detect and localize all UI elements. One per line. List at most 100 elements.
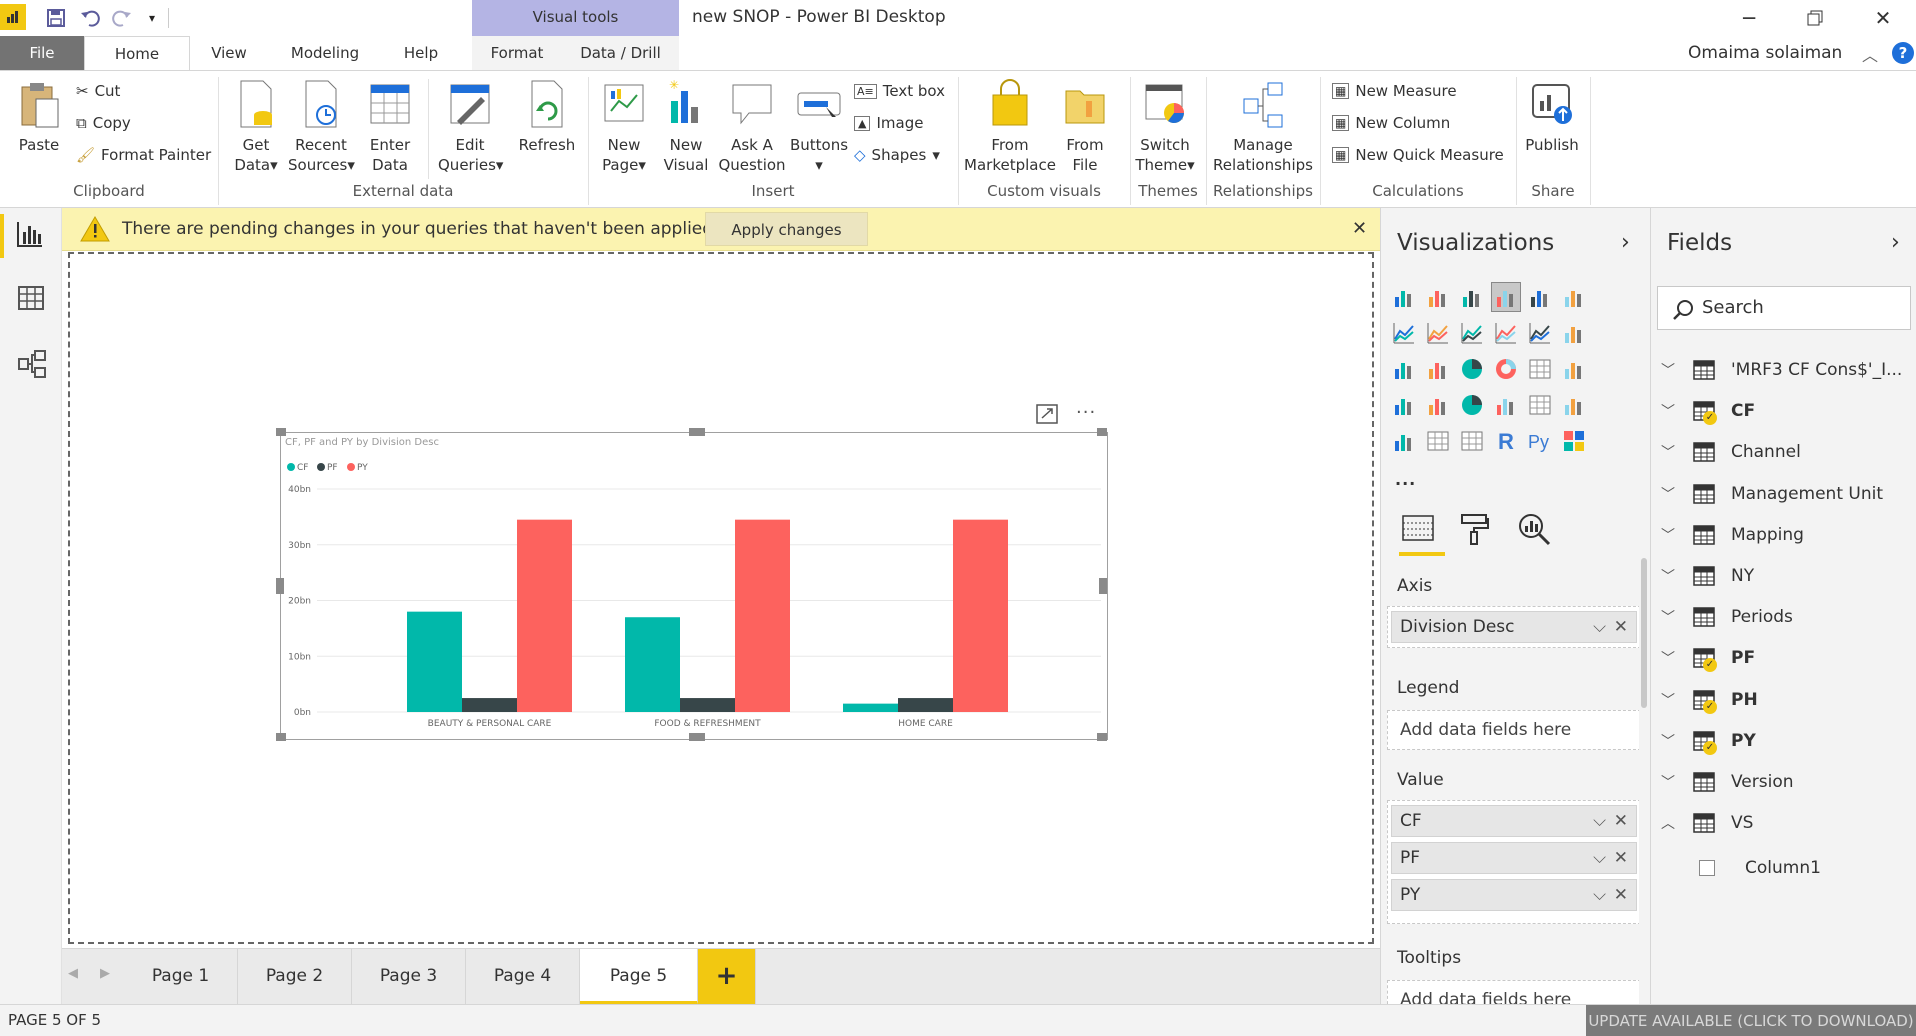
100-stacked-bar-chart-icon[interactable] <box>1525 282 1555 312</box>
kpi-icon[interactable] <box>1559 390 1589 420</box>
field-table-row[interactable]: ﹀ ✓ PF <box>1651 638 1916 678</box>
line-chart-icon[interactable] <box>1389 318 1419 348</box>
chevron-down-icon[interactable]: ﹀ <box>1651 772 1685 792</box>
remove-field-icon[interactable]: ✕ <box>1614 843 1628 873</box>
update-available-button[interactable]: UPDATE AVAILABLE (CLICK TO DOWNLOAD) <box>1586 1005 1916 1036</box>
collapse-visualizations-icon[interactable]: › <box>1621 230 1630 255</box>
close-banner-icon[interactable]: ✕ <box>1352 218 1367 239</box>
apply-changes-button[interactable]: Apply changes <box>705 212 868 246</box>
chevron-down-icon[interactable]: ﹀ <box>1651 442 1685 462</box>
resize-handle[interactable] <box>1099 578 1107 594</box>
bar-pf[interactable] <box>462 698 517 712</box>
tab-view[interactable]: View <box>196 36 262 70</box>
chevron-down-icon[interactable]: ⌵ <box>1593 612 1606 642</box>
donut-chart-icon[interactable] <box>1491 354 1521 384</box>
new-visual-button[interactable]: ✳ New Visual <box>660 77 712 175</box>
matrix-icon[interactable] <box>1457 426 1487 456</box>
cut-button[interactable]: ✂ Cut <box>76 77 120 105</box>
python-visual-icon[interactable]: Py <box>1525 426 1555 456</box>
chevron-down-icon[interactable]: ﹀ <box>1651 690 1685 710</box>
focus-mode-icon[interactable] <box>1036 404 1058 428</box>
gauge-icon[interactable] <box>1457 390 1487 420</box>
line-and-clustered-column-icon[interactable] <box>1525 318 1555 348</box>
pie-chart-icon[interactable] <box>1457 354 1487 384</box>
field-table-row[interactable]: ﹀ Version <box>1651 762 1916 802</box>
page-tab[interactable]: Page 2 <box>238 949 352 1004</box>
buttons-button[interactable]: Buttons ▾ <box>790 77 848 175</box>
remove-field-icon[interactable]: ✕ <box>1614 612 1628 642</box>
value-field-pf[interactable]: PF ⌵ ✕ <box>1391 842 1637 874</box>
prev-page-icon[interactable]: ◀ <box>68 966 78 981</box>
redo-icon[interactable] <box>110 6 134 30</box>
chevron-down-icon[interactable]: ﹀ <box>1651 484 1685 504</box>
field-table-row[interactable]: ﹀ ✓ PH <box>1651 680 1916 720</box>
funnel-icon[interactable] <box>1423 390 1453 420</box>
clustered-bar-chart-icon[interactable] <box>1457 282 1487 312</box>
recent-sources-button[interactable]: Recent Sources▾ <box>288 77 355 175</box>
edit-queries-button[interactable]: Edit Queries▾ <box>438 77 503 175</box>
tab-modeling[interactable]: Modeling <box>270 36 380 70</box>
shapes-button[interactable]: ◇ Shapes ▾ <box>854 141 940 169</box>
manage-relationships-button[interactable]: Manage Relationships <box>1210 77 1316 175</box>
from-file-button[interactable]: From File <box>1060 77 1110 175</box>
bar-cf[interactable] <box>843 703 898 712</box>
chevron-down-icon[interactable]: ⌵ <box>1593 843 1606 873</box>
page-tab[interactable]: Page 4 <box>466 949 580 1004</box>
model-view-icon[interactable] <box>18 350 46 382</box>
clustered-column-chart-icon[interactable] <box>1491 282 1521 312</box>
tab-data-drill[interactable]: Data / Drill <box>562 36 679 70</box>
chevron-down-icon[interactable]: ﹀ <box>1651 401 1685 421</box>
stacked-column-chart-icon[interactable] <box>1423 282 1453 312</box>
new-column-button[interactable]: ▦ New Column <box>1332 109 1450 137</box>
minimize-icon[interactable]: ─ <box>1716 0 1782 36</box>
image-button[interactable]: ▲ Image <box>854 109 923 137</box>
add-page-button[interactable]: + <box>698 949 756 1004</box>
remove-field-icon[interactable]: ✕ <box>1614 880 1628 910</box>
chevron-down-icon[interactable]: ﹀ <box>1651 648 1685 668</box>
resize-handle[interactable] <box>1097 733 1107 741</box>
chevron-down-icon[interactable]: ﹀ <box>1651 525 1685 545</box>
stacked-bar-chart-icon[interactable] <box>1389 282 1419 312</box>
page-tab-active[interactable]: Page 5 <box>580 949 698 1004</box>
ask-question-button[interactable]: Ask A Question <box>718 77 786 175</box>
filled-map-icon[interactable] <box>1389 390 1419 420</box>
get-data-button[interactable]: Get Data▾ <box>228 77 284 175</box>
bar-cf[interactable] <box>407 611 462 712</box>
new-page-button[interactable]: New Page▾ <box>596 77 652 175</box>
close-icon[interactable]: ✕ <box>1850 0 1916 36</box>
resize-handle[interactable] <box>276 578 284 594</box>
bar-py[interactable] <box>517 519 572 712</box>
new-quick-measure-button[interactable]: ▦ New Quick Measure <box>1332 141 1504 169</box>
more-options-icon[interactable]: ··· <box>1076 402 1096 423</box>
100-stacked-column-chart-icon[interactable] <box>1559 282 1589 312</box>
page-tab[interactable]: Page 1 <box>124 949 238 1004</box>
tab-format[interactable]: Format <box>472 36 562 70</box>
clustered-column-chart[interactable]: CF, PF and PY by Division Desc CF PF PY 0bn 1… <box>276 428 1108 741</box>
area-chart-icon[interactable] <box>1423 318 1453 348</box>
field-table-row[interactable]: ﹀ Periods <box>1651 597 1916 637</box>
new-measure-button[interactable]: ▦ New Measure <box>1332 77 1457 105</box>
axis-well[interactable]: Division Desc ⌵ ✕ <box>1387 606 1639 648</box>
value-well[interactable]: CF ⌵ ✕ PF ⌵ ✕ PY ⌵ ✕ <box>1387 800 1639 924</box>
field-checkbox[interactable] <box>1699 860 1715 877</box>
collapse-ribbon-icon[interactable]: ︿ <box>1862 42 1878 66</box>
resize-handle[interactable] <box>689 733 705 741</box>
page-tab[interactable]: Page 3 <box>352 949 466 1004</box>
field-table-row[interactable]: ︿ VS <box>1651 803 1916 843</box>
data-view-icon[interactable] <box>18 286 44 314</box>
collapse-fields-icon[interactable]: › <box>1891 230 1900 255</box>
value-field-py[interactable]: PY ⌵ ✕ <box>1391 879 1637 911</box>
bar-cf[interactable] <box>625 617 680 712</box>
resize-handle[interactable] <box>276 428 286 436</box>
chevron-down-icon[interactable]: ⌵ <box>1593 806 1606 836</box>
line-and-stacked-column-icon[interactable] <box>1491 318 1521 348</box>
bar-py[interactable] <box>735 519 790 712</box>
chevron-down-icon[interactable]: ﹀ <box>1651 731 1685 751</box>
text-box-button[interactable]: A≡ Text box <box>854 77 945 105</box>
slicer-icon[interactable] <box>1389 426 1419 456</box>
field-table-row[interactable]: ﹀ 'MRF3 CF Cons$'_I... <box>1651 350 1916 390</box>
format-painter-button[interactable]: 🖌 Format Painter <box>76 141 211 169</box>
ribbon-chart-icon[interactable] <box>1559 318 1589 348</box>
field-table-row[interactable]: ﹀ Management Unit <box>1651 474 1916 514</box>
bar-pf[interactable] <box>898 698 953 712</box>
